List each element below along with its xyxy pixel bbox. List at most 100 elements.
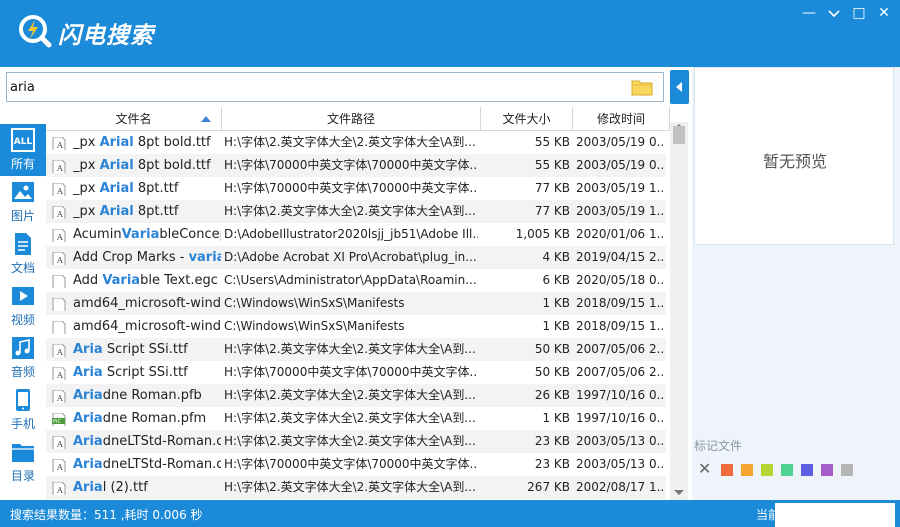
table-row[interactable]: amd64_microsoft-wind... C:\Windows\WinSxS… — [46, 315, 666, 338]
table-row[interactable]: A Add Crop Marks - variabD:\Adobe Acrobat… — [46, 246, 666, 269]
restore-button[interactable]: □ — [848, 2, 870, 24]
file-size: 23 KB — [534, 434, 570, 448]
column-header-date[interactable]: 修改时间 — [573, 107, 670, 131]
file-date: 2003/05/19 0... — [576, 158, 664, 172]
table-row[interactable]: Add Variable Text.egc C:\Users\Administra… — [46, 269, 666, 292]
collapse-preview-button[interactable] — [670, 70, 689, 104]
svg-text:A: A — [56, 141, 63, 150]
minimize-button[interactable]: — — [798, 2, 820, 24]
pic-file-icon: PIC — [52, 412, 66, 426]
file-path: H:\字体\70000中英文字体\70000中英文字体... — [224, 457, 478, 471]
table-row[interactable]: A AcuminVariableConcep...D:\AdobeIllustra… — [46, 223, 666, 246]
mark-files-label: 标记文件 — [694, 439, 743, 453]
dropdown-menu-button[interactable] — [823, 2, 845, 24]
file-name: Aria Script SSi.ttf — [73, 342, 188, 357]
sidebar-item-documents[interactable]: 文档 — [0, 228, 46, 280]
file-name: _px Arial 8pt.ttf — [73, 181, 179, 196]
sidebar-item-images[interactable]: 图片 — [0, 176, 46, 228]
column-header-name[interactable]: 文件名 — [46, 107, 222, 131]
search-highlight: Aria — [73, 434, 103, 449]
svg-text:A: A — [56, 348, 63, 357]
folder-icon[interactable] — [631, 78, 653, 96]
search-highlight: Aria — [73, 457, 103, 472]
table-row[interactable]: amd64_microsoft-wind... C:\Windows\WinSxS… — [46, 292, 666, 315]
svg-text:A: A — [56, 394, 63, 403]
table-row[interactable]: A AriadneLTStd-Roman.otf H:\字体\70000中英文字体\… — [46, 453, 666, 476]
file-path: C:\Windows\WinSxS\Manifests — [224, 296, 405, 310]
search-highlight: Aria — [73, 411, 103, 426]
search-highlight: Varia — [102, 273, 141, 288]
font-file-icon: A — [52, 343, 66, 357]
search-row — [0, 67, 692, 107]
file-name: Add Variable Text.egc — [73, 273, 218, 288]
svg-text:A: A — [56, 440, 63, 449]
file-size: 55 KB — [534, 158, 570, 172]
color-mark-swatch[interactable] — [721, 464, 733, 476]
clear-mark-icon[interactable]: ✕ — [698, 461, 711, 477]
sidebar-item-audio[interactable]: 音频 — [0, 332, 46, 384]
search-input[interactable] — [10, 76, 620, 98]
column-header-path[interactable]: 文件路径 — [222, 107, 481, 131]
close-button[interactable]: ✕ — [873, 2, 895, 24]
sidebar-item-label: 所有 — [10, 157, 35, 171]
color-mark-swatch[interactable] — [781, 464, 793, 476]
file-name: AriadneLTStd-Roman.otf — [73, 434, 221, 449]
vertical-scrollbar[interactable] — [670, 122, 688, 500]
table-row[interactable]: A _px Arial 8pt.ttf H:\字体\2.英文字体大全\2.英文字体大… — [46, 200, 666, 223]
file-date: 2003/05/19 0... — [576, 135, 664, 149]
no-preview-text: 暂无预览 — [762, 152, 827, 171]
chevron-down-icon — [828, 10, 840, 18]
file-date: 2007/05/06 2... — [576, 365, 664, 379]
sidebar-item-phone[interactable]: 手机 — [0, 384, 46, 436]
status-bar: 搜索结果数量：511 ,耗时 0.006 秒 当前 — [0, 500, 900, 527]
table-row[interactable]: A Aria Script SSi.ttf H:\字体\70000中英文字体\700… — [46, 361, 666, 384]
sort-ascending-icon — [201, 116, 211, 122]
color-mark-swatch[interactable] — [761, 464, 773, 476]
table-header: 文件名 文件路径 文件大小 修改时间 — [46, 107, 670, 131]
preview-box: 暂无预览 — [694, 67, 894, 245]
table-row[interactable]: PIC Ariadne Roman.pfm H:\字体\2.英文字体大全\2.英文字… — [46, 407, 666, 430]
table-row[interactable]: A _px Arial 8pt.ttf H:\字体\70000中英文字体\70000… — [46, 177, 666, 200]
app-title: 闪电搜索 — [58, 23, 154, 49]
file-size: 77 KB — [534, 181, 570, 195]
color-mark-swatch[interactable] — [841, 464, 853, 476]
sidebar-item-videos[interactable]: 视频 — [0, 280, 46, 332]
file-date: 2018/09/15 1... — [576, 319, 664, 333]
sidebar-item-all[interactable]: ALL 所有 — [0, 124, 46, 176]
color-mark-swatch[interactable] — [801, 464, 813, 476]
sidebar-item-directories[interactable]: 目录 — [0, 436, 46, 488]
file-date: 2002/08/17 1... — [576, 480, 664, 494]
title-bar: 闪电搜索 — □ ✕ — [0, 0, 900, 67]
table-row[interactable]: A Ariadne Roman.pfb H:\字体\2.英文字体大全\2.英文字体大… — [46, 384, 666, 407]
font-file-icon: A — [52, 366, 66, 380]
phone-icon — [16, 389, 30, 411]
file-path: H:\字体\2.英文字体大全\2.英文字体大全\A到... — [224, 411, 476, 425]
file-size: 50 KB — [534, 365, 570, 379]
table-row[interactable]: A _px Arial 8pt bold.ttf H:\字体\2.英文字体大全\2.… — [46, 131, 666, 154]
file-size: 50 KB — [534, 342, 570, 356]
table-row[interactable]: A _px Arial 8pt bold.ttf H:\字体\70000中英文字体\… — [46, 154, 666, 177]
sidebar-item-label: 目录 — [10, 469, 35, 483]
column-header-size[interactable]: 文件大小 — [481, 107, 573, 131]
sidebar-item-label: 音频 — [10, 365, 35, 379]
file-name: Ariadne Roman.pfm — [73, 411, 207, 426]
search-highlight: Arial — [99, 204, 134, 219]
svg-text:A: A — [56, 210, 63, 219]
file-name: _px Arial 8pt bold.ttf — [73, 135, 211, 150]
scroll-down-icon[interactable] — [674, 490, 684, 495]
table-row[interactable]: A Aria Script SSi.ttf H:\字体\2.英文字体大全\2.英文字… — [46, 338, 666, 361]
file-path: H:\字体\2.英文字体大全\2.英文字体大全\A到... — [224, 434, 476, 448]
sidebar-item-label: 手机 — [10, 417, 35, 431]
audio-icon — [12, 337, 34, 359]
file-size: 1 KB — [542, 296, 570, 310]
file-name: amd64_microsoft-wind... — [73, 296, 221, 311]
status-right-panel — [775, 503, 895, 527]
color-mark-swatch[interactable] — [821, 464, 833, 476]
table-row[interactable]: A AriadneLTStd-Roman.otf H:\字体\2.英文字体大全\2.… — [46, 430, 666, 453]
table-row[interactable]: A Arial (2).ttf H:\字体\2.英文字体大全\2.英文字体大全\A到… — [46, 476, 666, 499]
font-file-icon: A — [52, 389, 66, 403]
scroll-thumb[interactable] — [673, 126, 685, 144]
file-date: 2003/05/19 1... — [576, 204, 664, 218]
file-name: Ariadne Roman.pfb — [73, 388, 202, 403]
color-mark-swatch[interactable] — [741, 464, 753, 476]
